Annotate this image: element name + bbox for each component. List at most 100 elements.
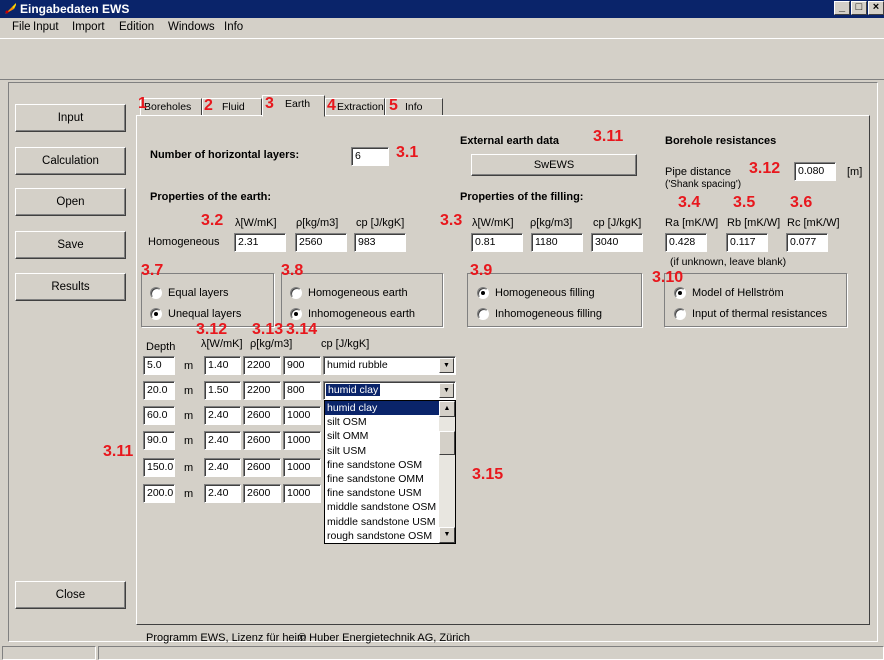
layer-2-cp[interactable]: 800 [283, 381, 321, 400]
radio-dot-selected [150, 308, 162, 320]
filling-rho-input[interactable]: 1180 [531, 233, 583, 252]
list-item[interactable]: silt USM [325, 444, 441, 458]
close-button[interactable]: Close [15, 581, 126, 609]
filling-cp-input[interactable]: 3040 [591, 233, 643, 252]
earth-rho-input[interactable]: 2560 [295, 233, 347, 252]
layer-3-cp[interactable]: 1000 [283, 406, 321, 425]
tab-info-label: Info [405, 101, 423, 113]
marker-3-12: 3.12 [196, 321, 228, 338]
layer-6-depth[interactable]: 200.0 [143, 484, 175, 503]
rc-input[interactable]: 0.077 [786, 233, 828, 252]
tab-fluid-label: Fluid [222, 101, 245, 113]
pipe-distance-input[interactable]: 0.080 [794, 162, 836, 181]
layer-5-lambda[interactable]: 2.40 [204, 458, 241, 477]
layer-2-depth[interactable]: 20.0 [143, 381, 175, 400]
scroll-thumb[interactable] [439, 431, 455, 455]
swews-button[interactable]: SwEWS [471, 154, 637, 176]
layer-6-cp[interactable]: 1000 [283, 484, 321, 503]
layer-6-rho[interactable]: 2600 [243, 484, 281, 503]
menu-info[interactable]: Info [224, 21, 243, 33]
filling-lambda-header: λ[W/mK] [472, 217, 514, 229]
scroll-up-icon[interactable]: ▲ [439, 401, 455, 417]
minimize-button[interactable]: _ [834, 1, 850, 15]
layer-1-lambda[interactable]: 1.40 [204, 356, 241, 375]
layer-1-cp[interactable]: 900 [283, 356, 321, 375]
thermal-resistances-radio[interactable]: Input of thermal resistances [674, 308, 827, 320]
results-button[interactable]: Results [15, 273, 126, 301]
app-icon [5, 3, 16, 14]
layer-3-unit: m [184, 410, 194, 422]
list-item[interactable]: silt OMM [325, 429, 441, 443]
layer-1-material: humid rubble [327, 359, 388, 371]
earth-rho-header: ρ[kg/m3] [296, 217, 339, 229]
equal-layers-radio[interactable]: Equal layers [150, 287, 229, 299]
rc-header: Rc [mK/W] [787, 217, 840, 229]
menu-edition[interactable]: Edition [119, 21, 154, 33]
maximize-button[interactable]: □ [851, 1, 867, 15]
close-window-button[interactable]: × [868, 1, 884, 15]
menu-input[interactable]: Input [33, 21, 59, 33]
layers-count-input[interactable]: 6 [351, 147, 389, 166]
earth-lambda-header: λ[W/mK] [235, 217, 277, 229]
list-item[interactable]: middle sandstone OSM [325, 500, 441, 514]
marker-3-15: 3.15 [472, 466, 504, 483]
layer-1-depth[interactable]: 5.0 [143, 356, 175, 375]
layer-2-lambda[interactable]: 1.50 [204, 381, 241, 400]
layer-5-rho[interactable]: 2600 [243, 458, 281, 477]
layer-4-lambda[interactable]: 2.40 [204, 431, 241, 450]
list-item[interactable]: fine sandstone OMM [325, 472, 441, 486]
marker-3-3: 3.3 [440, 212, 463, 229]
inhomogeneous-filling-radio[interactable]: Inhomogeneous filling [477, 308, 602, 320]
layer-6-unit: m [184, 488, 194, 500]
menu-import[interactable]: Import [72, 21, 105, 33]
scroll-down-icon[interactable]: ▼ [439, 527, 455, 543]
layer-3-depth[interactable]: 60.0 [143, 406, 175, 425]
material-dropdown-list[interactable]: humid clay silt OSM silt OMM silt USM fi… [324, 400, 456, 544]
radio-dot-selected [674, 287, 686, 299]
input-button[interactable]: Input [15, 104, 126, 132]
radio-dot [150, 287, 162, 299]
rb-input[interactable]: 0.117 [726, 233, 768, 252]
layer-4-rho[interactable]: 2600 [243, 431, 281, 450]
layer-4-cp[interactable]: 1000 [283, 431, 321, 450]
list-item[interactable]: fine sandstone OSM [325, 458, 441, 472]
list-item[interactable]: silt OSM [325, 415, 441, 429]
save-button[interactable]: Save [15, 231, 126, 259]
layer-5-depth[interactable]: 150.0 [143, 458, 175, 477]
unequal-layers-radio[interactable]: Unequal layers [150, 308, 241, 320]
hellstrom-model-radio[interactable]: Model of Hellström [674, 287, 784, 299]
layer-3-lambda[interactable]: 2.40 [204, 406, 241, 425]
inhomogeneous-earth-radio[interactable]: Inhomogeneous earth [290, 308, 415, 320]
inhomogeneous-filling-label: Inhomogeneous filling [495, 308, 603, 320]
layer-2-rho[interactable]: 2200 [243, 381, 281, 400]
chevron-down-icon[interactable]: ▼ [439, 383, 454, 398]
layer-4-depth[interactable]: 90.0 [143, 431, 175, 450]
layer-3-rho[interactable]: 2600 [243, 406, 281, 425]
calculation-button[interactable]: Calculation [15, 147, 126, 175]
marker-3-6: 3.6 [790, 194, 813, 211]
menu-windows[interactable]: Windows [168, 21, 215, 33]
layer-2-material-select[interactable]: humid clay ▼ [323, 381, 456, 400]
earth-lambda-input[interactable]: 2.31 [234, 233, 286, 252]
list-item[interactable]: rough sandstone OSM [325, 529, 441, 543]
menu-file[interactable]: File [12, 21, 31, 33]
homogeneous-filling-radio[interactable]: Homogeneous filling [477, 287, 595, 299]
homogeneous-earth-radio[interactable]: Homogeneous earth [290, 287, 408, 299]
list-item[interactable]: humid clay [325, 401, 441, 416]
layer-1-material-select[interactable]: humid rubble ▼ [323, 356, 456, 375]
layers-label: Number of horizontal layers: [150, 149, 300, 161]
tab-boreholes[interactable]: Boreholes [140, 98, 202, 116]
chevron-down-icon[interactable]: ▼ [439, 358, 454, 373]
layer-1-rho[interactable]: 2200 [243, 356, 281, 375]
list-item[interactable]: middle sandstone USM [325, 515, 441, 529]
ra-input[interactable]: 0.428 [665, 233, 707, 252]
layer-5-cp[interactable]: 1000 [283, 458, 321, 477]
earth-cp-input[interactable]: 983 [354, 233, 406, 252]
layer-6-lambda[interactable]: 2.40 [204, 484, 241, 503]
layer-1-unit: m [184, 360, 194, 372]
filling-lambda-input[interactable]: 0.81 [471, 233, 523, 252]
dropdown-scrollbar[interactable]: ▲ ▼ [439, 401, 455, 543]
ra-header: Ra [mK/W] [665, 217, 719, 229]
list-item[interactable]: fine sandstone USM [325, 486, 441, 500]
open-button[interactable]: Open [15, 188, 126, 216]
